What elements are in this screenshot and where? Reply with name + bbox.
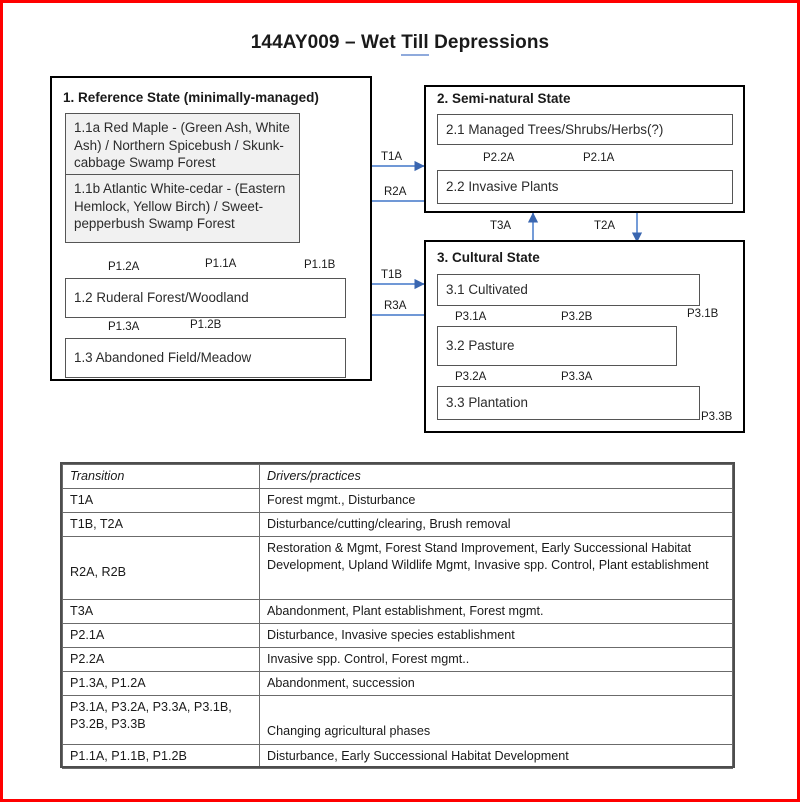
phase-box-3-3[interactable]: 3.3 Plantation bbox=[437, 386, 700, 420]
arrow-label-p1-1a: P1.1A bbox=[205, 258, 237, 270]
arrow-label-p3-1a: P3.1A bbox=[455, 311, 487, 323]
table-row: T1A Forest mgmt., Disturbance bbox=[62, 488, 733, 513]
table-cell-drivers: Restoration & Mgmt, Forest Stand Improve… bbox=[259, 536, 733, 600]
table-cell-drivers: Disturbance/cutting/clearing, Brush remo… bbox=[259, 512, 733, 537]
arrow-label-r2a: R2A bbox=[384, 186, 407, 198]
arrow-label-p2-2a: P2.2A bbox=[483, 152, 515, 164]
arrow-label-t1b: T1B bbox=[381, 269, 403, 281]
phase-box-1-1a-label: 1.1a Red Maple - (Green Ash, White Ash) … bbox=[74, 120, 290, 171]
arrow-label-p3-3b: P3.3B bbox=[701, 411, 733, 423]
arrow-label-p2-1a: P2.1A bbox=[583, 152, 615, 164]
phase-box-1-3-label: 1.3 Abandoned Field/Meadow bbox=[74, 350, 252, 366]
table-header-transition: Transition bbox=[62, 464, 260, 489]
phase-box-3-1[interactable]: 3.1 Cultivated bbox=[437, 274, 700, 306]
state-2-title: 2. Semi-natural State bbox=[437, 91, 571, 106]
page-title-prefix: 144AY009 – Wet bbox=[250, 32, 402, 53]
table-row: R2A, R2B Restoration & Mgmt, Forest Stan… bbox=[62, 536, 733, 600]
phase-box-1-1a[interactable]: 1.1a Red Maple - (Green Ash, White Ash) … bbox=[65, 113, 300, 175]
table-cell-drivers: Invasive spp. Control, Forest mgmt.. bbox=[259, 647, 733, 672]
transitions-table-body: Transition Drivers/practices T1A Forest … bbox=[62, 464, 733, 769]
phase-box-1-2-label: 1.2 Ruderal Forest/Woodland bbox=[74, 290, 249, 306]
page-title-misspelled-word: Till bbox=[401, 32, 429, 56]
transitions-table: Transition Drivers/practices T1A Forest … bbox=[62, 464, 733, 769]
table-row: P2.1A Disturbance, Invasive species esta… bbox=[62, 623, 733, 648]
table-row: P1.3A, P1.2A Abandonment, succession bbox=[62, 671, 733, 696]
table-cell-transition: P3.1A, P3.2A, P3.3A, P3.1B, P3.2B, P3.3B bbox=[62, 695, 260, 745]
table-cell-transition: R2A, R2B bbox=[62, 536, 260, 600]
phase-box-3-2[interactable]: 3.2 Pasture bbox=[437, 326, 677, 366]
phase-box-2-2[interactable]: 2.2 Invasive Plants bbox=[437, 170, 733, 204]
page-title: 144AY009 – Wet Till Depressions bbox=[0, 32, 800, 56]
phase-box-3-3-label: 3.3 Plantation bbox=[446, 395, 528, 411]
table-cell-drivers: Disturbance, Early Successional Habitat … bbox=[259, 744, 733, 769]
phase-box-3-2-label: 3.2 Pasture bbox=[446, 338, 515, 354]
table-cell-drivers: Abandonment, Plant establishment, Forest… bbox=[259, 599, 733, 624]
phase-box-1-2[interactable]: 1.2 Ruderal Forest/Woodland bbox=[65, 278, 346, 318]
table-header-drivers: Drivers/practices bbox=[259, 464, 733, 489]
state-1-title: 1. Reference State (minimally-managed) bbox=[63, 90, 319, 105]
phase-box-2-1-label: 2.1 Managed Trees/Shrubs/Herbs(?) bbox=[446, 121, 664, 137]
table-cell-drivers: Disturbance, Invasive species establishm… bbox=[259, 623, 733, 648]
arrow-label-p3-2b: P3.2B bbox=[561, 311, 593, 323]
arrow-label-p1-1b: P1.1B bbox=[304, 259, 336, 271]
table-row: P2.2A Invasive spp. Control, Forest mgmt… bbox=[62, 647, 733, 672]
phase-box-2-1[interactable]: 2.1 Managed Trees/Shrubs/Herbs(?) bbox=[437, 114, 733, 145]
state-3-title: 3. Cultural State bbox=[437, 250, 540, 265]
table-cell-drivers: Forest mgmt., Disturbance bbox=[259, 488, 733, 513]
table-header-row: Transition Drivers/practices bbox=[62, 464, 733, 489]
table-cell-drivers: Abandonment, succession bbox=[259, 671, 733, 696]
table-cell-transition: T3A bbox=[62, 599, 260, 624]
table-row: T3A Abandonment, Plant establishment, Fo… bbox=[62, 599, 733, 624]
page-title-suffix: Depressions bbox=[428, 32, 550, 53]
arrow-label-t1a: T1A bbox=[381, 151, 403, 163]
table-cell-transition: P2.2A bbox=[62, 647, 260, 672]
arrow-label-t2a: T2A bbox=[594, 220, 616, 232]
phase-box-1-3[interactable]: 1.3 Abandoned Field/Meadow bbox=[65, 338, 346, 378]
arrow-label-t3a: T3A bbox=[490, 220, 512, 232]
table-row: P1.1A, P1.1B, P1.2B Disturbance, Early S… bbox=[62, 744, 733, 769]
arrow-label-r3a: R3A bbox=[384, 300, 407, 312]
phase-box-3-1-label: 3.1 Cultivated bbox=[446, 282, 528, 298]
phase-box-2-2-label: 2.2 Invasive Plants bbox=[446, 179, 559, 195]
table-cell-drivers: Changing agricultural phases bbox=[259, 695, 733, 745]
table-row: P3.1A, P3.2A, P3.3A, P3.1B, P3.2B, P3.3B… bbox=[62, 695, 733, 745]
table-cell-transition: T1A bbox=[62, 488, 260, 513]
arrow-label-p3-2a: P3.2A bbox=[455, 371, 487, 383]
table-cell-transition: P1.1A, P1.1B, P1.2B bbox=[62, 744, 260, 769]
arrow-label-p1-2a: P1.2A bbox=[108, 261, 140, 273]
arrow-label-p1-2b: P1.2B bbox=[190, 319, 222, 331]
arrow-label-p1-3a: P1.3A bbox=[108, 321, 140, 333]
table-row: T1B, T2A Disturbance/cutting/clearing, B… bbox=[62, 512, 733, 537]
phase-box-1-1b-label: 1.1b Atlantic White-cedar - (Eastern Hem… bbox=[74, 181, 286, 232]
arrow-label-p3-1b: P3.1B bbox=[687, 308, 719, 320]
arrow-label-p3-3a: P3.3A bbox=[561, 371, 593, 383]
table-cell-transition: P1.3A, P1.2A bbox=[62, 671, 260, 696]
table-cell-transition: T1B, T2A bbox=[62, 512, 260, 537]
phase-box-1-1b[interactable]: 1.1b Atlantic White-cedar - (Eastern Hem… bbox=[65, 175, 300, 243]
table-cell-transition: P2.1A bbox=[62, 623, 260, 648]
